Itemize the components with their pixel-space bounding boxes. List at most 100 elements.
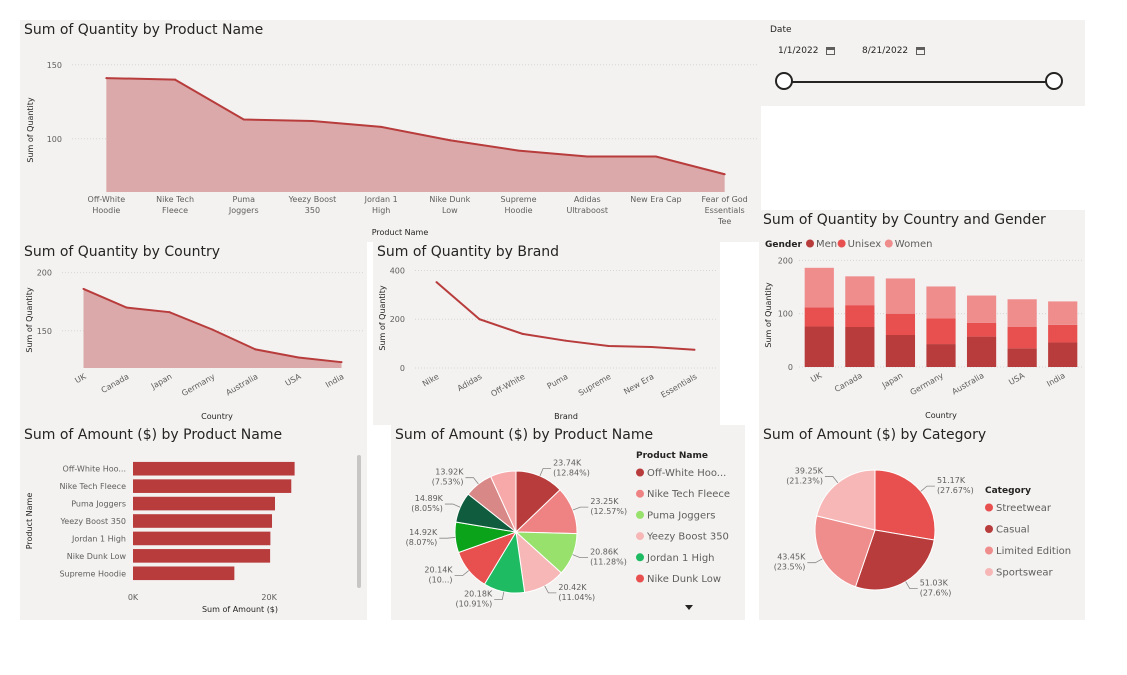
bar-segment	[926, 344, 956, 367]
area-chart-qty-by-product[interactable]: 100 150 Off-White Hoodie Nike Tech Fleece Puma…	[20, 20, 761, 242]
bar	[133, 531, 271, 546]
x-tick-label: USA	[284, 372, 303, 388]
y-tick-label: 0	[788, 363, 793, 372]
series-line	[435, 281, 695, 351]
date-range-track[interactable]	[783, 81, 1055, 83]
y-axis-title: Sum of Quantity	[378, 285, 387, 351]
legend-item-label: Puma Joggers	[647, 510, 715, 521]
legend-item-label: Sportswear	[996, 568, 1054, 579]
data-point	[586, 155, 589, 158]
x-tick-label: Essentials	[659, 372, 698, 400]
data-label: 14.92K (8.07%)	[406, 528, 438, 547]
area-fill	[83, 288, 342, 368]
date-range-end-handle[interactable]	[1045, 72, 1063, 90]
x-tick-label: Supreme Hoodie	[501, 195, 537, 215]
data-label: 20.14K (10...)	[424, 566, 453, 585]
bar-segment	[804, 267, 834, 308]
bar-segment	[1048, 324, 1078, 343]
legend-item-label: Streetwear	[996, 503, 1052, 514]
area-chart-qty-by-country[interactable]: 150 200 UK Canada Japan Germany Australia USA In…	[20, 242, 367, 425]
pie-chart-amount-by-category[interactable]: 51.17K (27.67%) 51.03K (27.6%) 43.45K (23.5%)…	[759, 425, 1085, 620]
x-tick-label: Japan	[880, 371, 905, 390]
data-point	[242, 118, 245, 121]
line-chart-qty-by-brand[interactable]: 0 200 400 Nike Adidas Off-White Puma Supreme New…	[373, 242, 720, 425]
data-point	[521, 332, 524, 335]
leader-line	[539, 468, 552, 477]
bar-segment	[966, 295, 997, 323]
data-point	[380, 125, 383, 128]
start-date-value: 1/1/2022	[778, 46, 819, 56]
leader-line	[572, 506, 589, 511]
legend-marker	[985, 503, 993, 512]
pie-chart-amount-by-product[interactable]: 23.74K (12.84%)23.25K (12.57%) 20.86K (11.28…	[391, 425, 745, 620]
bar-segment	[926, 286, 956, 319]
data-label: 20.42K (11.04%)	[558, 583, 595, 602]
leader-line	[444, 503, 461, 508]
x-tick-label: Puma	[546, 372, 570, 391]
legend-marker	[837, 239, 846, 248]
x-tick-label: UK	[73, 372, 88, 386]
x-tick-label: Nike Dunk Low	[429, 195, 470, 215]
leader-line	[920, 485, 935, 492]
date-slicer-label: Date	[770, 25, 792, 35]
bar-segment	[804, 326, 834, 367]
y-tick-label: 0	[400, 364, 405, 373]
scrollbar[interactable]	[357, 455, 361, 588]
legend-item-label: Men	[816, 239, 837, 250]
x-tick-label: New Era	[622, 372, 655, 396]
legend-marker	[884, 239, 893, 248]
legend-item-label: Nike Dunk Low	[647, 574, 721, 585]
bar-segment	[885, 335, 916, 367]
data-point	[435, 281, 438, 284]
bar-segment	[926, 318, 956, 345]
calendar-icon[interactable]	[916, 47, 926, 55]
data-point	[340, 361, 343, 364]
y-axis-title: Sum of Quantity	[26, 97, 35, 163]
data-point	[168, 311, 171, 314]
panel-qty-by-product: Sum of Quantity by Product Name 100 150 Of…	[20, 20, 761, 242]
x-tick-label: Nike Tech Fleece	[156, 195, 194, 215]
y-tick-label: 200	[37, 269, 52, 278]
bar-chart-amount-by-product[interactable]: Off-White Hoo... Nike Tech Fleece Puma Jog…	[20, 425, 367, 620]
y-axis-title: Sum of Quantity	[25, 287, 34, 353]
legend-marker	[806, 239, 814, 248]
data-point	[174, 78, 177, 81]
data-point	[448, 139, 451, 142]
legend-title: Category	[985, 486, 1031, 496]
data-label: 23.25K (12.57%)	[590, 497, 627, 516]
data-point	[564, 339, 567, 342]
leader-line	[494, 591, 505, 601]
panel-qty-by-brand: Sum of Quantity by Brand 0 200 400 Nike Adid…	[373, 242, 720, 425]
bar-segment	[1007, 327, 1037, 349]
bar	[133, 549, 271, 563]
date-range-start-handle[interactable]	[775, 72, 793, 90]
calendar-icon[interactable]	[826, 47, 836, 55]
legend-marker	[636, 532, 644, 541]
x-tick-label: India	[1045, 371, 1067, 389]
legend-marker	[985, 568, 993, 576]
bar-segment	[845, 276, 875, 306]
x-axis-title: Product Name	[372, 228, 429, 237]
stacked-bar-chart-qty-by-country-gender[interactable]: Gender Men Unisex Women 0 100 200 UK Canada Japan…	[759, 210, 1085, 425]
data-point	[517, 149, 520, 152]
legend-title: Product Name	[636, 451, 708, 461]
leader-line	[807, 558, 823, 564]
start-date-input[interactable]: 1/1/2022	[778, 40, 836, 62]
data-point	[211, 328, 214, 331]
y-tick-label: 200	[390, 315, 405, 324]
leader-line	[905, 581, 918, 589]
legend-item-label: Limited Edition	[996, 546, 1071, 557]
data-point	[478, 318, 481, 321]
legend-title: Gender	[765, 240, 802, 250]
bar-segment	[885, 278, 916, 314]
end-date-input[interactable]: 8/21/2022	[862, 40, 926, 62]
legend-item-label: Women	[895, 239, 933, 250]
chevron-down-icon[interactable]	[685, 605, 693, 610]
x-tick-label: Adidas	[456, 372, 484, 393]
bar-segment	[804, 307, 834, 327]
data-label: 14.89K (8.05%)	[411, 494, 443, 513]
bar-segment	[845, 327, 875, 367]
y-tick-label: Nike Tech Fleece	[60, 482, 127, 491]
legend-marker	[636, 489, 644, 498]
legend-item-label: Nike Tech Fleece	[647, 489, 730, 500]
